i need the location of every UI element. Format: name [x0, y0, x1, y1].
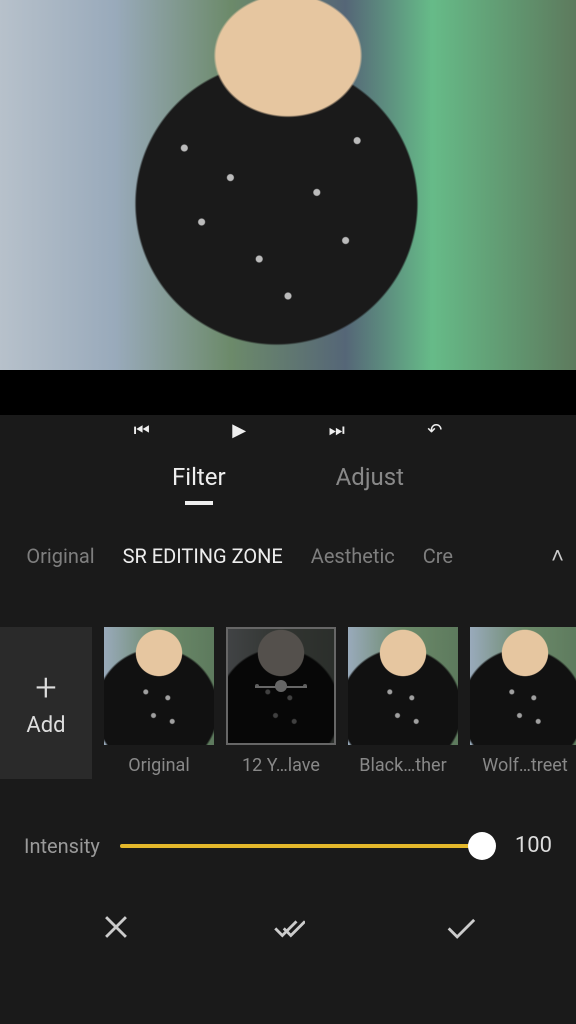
filter-thumb-wolf[interactable]: Wolf…treet [470, 627, 576, 776]
confirm-button[interactable] [443, 910, 477, 948]
editor-panel: ⏮ ▶ ⏭ ↶ Filter Adjust s Original SR EDIT… [0, 415, 576, 1024]
play-icon[interactable]: ▶ [232, 420, 246, 441]
filter-thumb-12y[interactable]: 12 Y…lave [226, 627, 336, 776]
plus-icon: + [35, 669, 56, 707]
intensity-label: Intensity [24, 834, 100, 858]
selected-indicator-icon [275, 680, 287, 692]
add-filter-button[interactable]: + Add [0, 627, 92, 779]
tab-filter[interactable]: Filter [172, 463, 226, 491]
intensity-knob[interactable] [468, 832, 496, 860]
filter-thumb-black[interactable]: Black…ther [348, 627, 458, 776]
action-bar [0, 910, 576, 948]
filter-label: 12 Y…lave [242, 755, 320, 776]
cancel-button[interactable] [99, 910, 133, 948]
filter-label: Wolf…treet [482, 755, 567, 776]
video-preview[interactable] [0, 0, 576, 370]
filter-category-bar[interactable]: s Original SR EDITING ZONE Aesthetic Cre… [0, 509, 576, 569]
intensity-row: Intensity 100 [0, 833, 576, 858]
mode-tabs: Filter Adjust [0, 445, 576, 509]
filter-thumbnails: + Add Original 12 Y…lave Black…ther Wolf… [0, 627, 576, 779]
preview-letterbox [0, 370, 576, 415]
category-create-partial[interactable]: Cre [423, 544, 453, 568]
next-icon[interactable]: ⏭ [329, 420, 345, 441]
transport-bar: ⏮ ▶ ⏭ ↶ [0, 415, 576, 445]
category-sr-editing-zone[interactable]: SR EDITING ZONE [123, 544, 283, 568]
filter-thumb-original[interactable]: Original [104, 627, 214, 776]
collapse-categories-icon[interactable]: ˄ [551, 543, 564, 569]
apply-all-button[interactable] [271, 910, 305, 948]
category-original[interactable]: Original [26, 544, 94, 568]
tab-adjust[interactable]: Adjust [336, 463, 404, 491]
undo-icon[interactable]: ↶ [427, 420, 442, 441]
prev-icon[interactable]: ⏮ [134, 420, 150, 441]
filter-label: Black…ther [359, 755, 446, 776]
intensity-slider[interactable] [120, 844, 482, 848]
filter-label: Original [128, 755, 189, 776]
add-label: Add [26, 713, 65, 738]
intensity-value: 100 [502, 833, 552, 858]
category-aesthetic[interactable]: Aesthetic [311, 544, 395, 568]
